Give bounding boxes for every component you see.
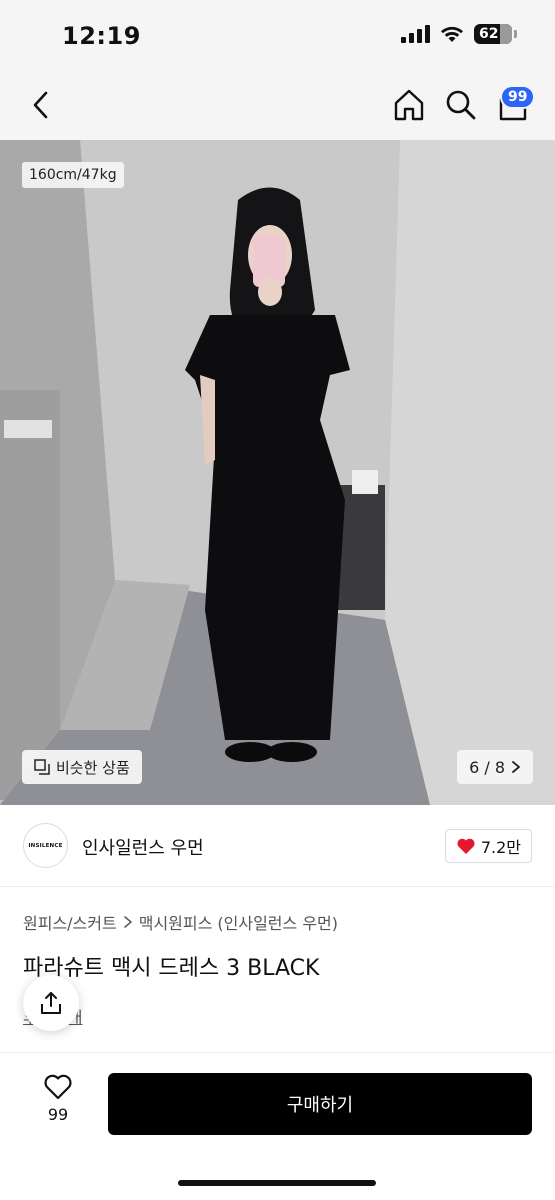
status-bar: 12:19 62 — [0, 0, 555, 70]
home-indicator — [178, 1180, 376, 1186]
image-page-text: 6 / 8 — [469, 757, 505, 777]
share-button[interactable] — [23, 975, 79, 1031]
similar-items-icon — [34, 759, 50, 775]
back-icon[interactable] — [26, 87, 58, 123]
wifi-icon — [441, 26, 463, 42]
status-icons: 62 — [401, 24, 517, 44]
battery-level: 62 — [479, 26, 499, 42]
wishlist-button[interactable]: 99 — [30, 1073, 86, 1133]
product-image-carousel[interactable]: 160cm/47kg 비슷한 상품 6 / 8 — [0, 140, 555, 805]
wishlist-count: 99 — [47, 1105, 69, 1124]
brand-like-count: 7.2만 — [480, 838, 521, 857]
status-time: 12:19 — [62, 22, 141, 50]
heart-outline-icon — [44, 1074, 72, 1100]
image-page-indicator[interactable]: 6 / 8 — [457, 750, 533, 784]
home-icon[interactable] — [390, 86, 428, 124]
battery-icon: 62 — [474, 24, 512, 44]
chevron-right-icon — [512, 761, 520, 773]
buy-button[interactable]: 구매하기 — [108, 1073, 532, 1135]
chevron-right-icon — [123, 916, 132, 928]
brand-row: INSILENCE 인사일런스 우먼 7.2만 — [0, 805, 555, 887]
brand-like-button[interactable]: 7.2만 — [444, 829, 532, 863]
brand-logo[interactable]: INSILENCE — [23, 823, 68, 868]
product-title: 파라슈트 맥시 드레스 3 BLACK — [23, 956, 320, 981]
breadcrumb-category[interactable]: 원피스/스커트 — [23, 910, 117, 934]
similar-products-label: 비슷한 상품 — [56, 758, 130, 777]
similar-products-button[interactable]: 비슷한 상품 — [22, 750, 142, 784]
battery-tip — [514, 30, 517, 38]
breadcrumb-subcategory[interactable]: 맥시원피스 (인사일런스 우먼) — [139, 910, 338, 934]
heart-filled-icon — [457, 838, 475, 854]
product-photo — [0, 140, 555, 805]
nav-bar — [0, 70, 555, 140]
bottom-action-bar: 99 구매하기 — [0, 1052, 555, 1200]
category-breadcrumb: 원피스/스커트 맥시원피스 (인사일런스 우먼) — [23, 910, 338, 934]
cart-count-badge: 99 — [500, 85, 536, 109]
cellular-signal-icon — [401, 25, 430, 43]
share-icon — [41, 992, 61, 1014]
search-icon[interactable] — [442, 86, 480, 124]
brand-name-link[interactable]: 인사일런스 우먼 — [82, 834, 204, 860]
model-size-tag: 160cm/47kg — [22, 162, 124, 188]
